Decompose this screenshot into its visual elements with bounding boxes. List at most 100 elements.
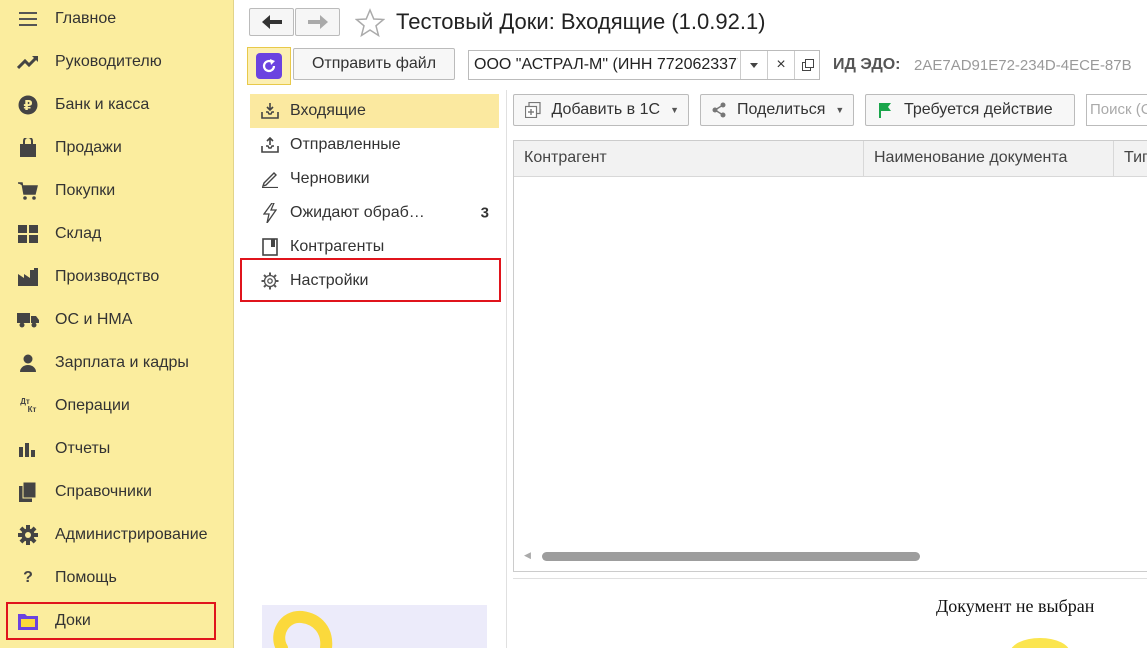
flag-icon bbox=[876, 101, 894, 119]
highlight-frame-settings bbox=[240, 258, 501, 302]
lightning-icon bbox=[260, 203, 280, 223]
share-label: Поделиться bbox=[737, 101, 826, 118]
sidebar-item-label: Производство bbox=[55, 267, 160, 285]
organization-value: ООО "АСТРАЛ-М" (ИНН 7720623377 bbox=[474, 56, 738, 73]
cart-icon bbox=[17, 180, 39, 202]
favorite-star-icon[interactable] bbox=[355, 8, 385, 38]
sidebar-item-references[interactable]: Справочники bbox=[0, 470, 234, 513]
back-button[interactable] bbox=[249, 8, 294, 36]
documents-table[interactable]: Контрагент Наименование документа Тип ◀ bbox=[513, 140, 1147, 572]
highlight-frame-doki bbox=[6, 602, 216, 640]
sidebar-item-label: Главное bbox=[55, 9, 117, 27]
folder-sent[interactable]: Отправленные bbox=[250, 128, 499, 162]
share-icon bbox=[711, 101, 727, 119]
person-icon bbox=[17, 352, 39, 374]
pencil-icon bbox=[260, 169, 280, 189]
kt-glyph: Кт bbox=[27, 404, 37, 414]
dropdown-button[interactable] bbox=[740, 51, 767, 79]
pending-count-badge: 3 bbox=[480, 204, 489, 222]
arrow-right-icon bbox=[307, 15, 328, 29]
folder-drafts[interactable]: Черновики bbox=[250, 162, 499, 196]
promo-illustration bbox=[273, 610, 333, 648]
sidebar-item-label: ОС и НМА bbox=[55, 310, 133, 328]
gear-icon bbox=[17, 524, 39, 546]
folder-label: Ожидают обраб… bbox=[290, 204, 425, 221]
folder-label: Входящие bbox=[290, 102, 366, 119]
trend-icon bbox=[17, 51, 39, 73]
folder-pending[interactable]: Ожидают обраб… 3 bbox=[250, 196, 499, 230]
refresh-button[interactable] bbox=[247, 47, 291, 85]
sidebar-item-label: Склад bbox=[55, 224, 102, 242]
sidebar-item-label: Покупки bbox=[55, 181, 116, 199]
sidebar-item-payroll[interactable]: Зарплата и кадры bbox=[0, 341, 234, 384]
chevron-down-icon bbox=[750, 62, 758, 68]
question-icon: ? bbox=[23, 568, 33, 586]
scrollbar-thumb[interactable] bbox=[542, 552, 920, 561]
main-sidebar: Главное Руководителю ₽ Банк и касса Прод… bbox=[0, 0, 234, 648]
clear-button[interactable]: × bbox=[767, 51, 794, 79]
header: Тестовый Доки: Входящие (1.0.92.1) bbox=[234, 0, 1147, 44]
action-required-button[interactable]: Требуется действие bbox=[865, 94, 1075, 126]
page-title: Тестовый Доки: Входящие (1.0.92.1) bbox=[396, 9, 766, 34]
top-toolbar: Отправить файл ООО "АСТРАЛ-М" (ИНН 77206… bbox=[234, 44, 1147, 85]
sidebar-item-sales[interactable]: Продажи bbox=[0, 126, 234, 169]
folder-label: Черновики bbox=[290, 170, 370, 187]
action-required-label: Требуется действие bbox=[904, 101, 1053, 118]
sidebar-item-label: Операции bbox=[55, 396, 130, 414]
sidebar-item-label: Отчеты bbox=[55, 439, 111, 457]
sidebar-item-label: Продажи bbox=[55, 138, 122, 156]
promo-banner bbox=[262, 605, 487, 648]
bag-icon bbox=[17, 137, 39, 159]
sidebar-item-main[interactable]: Главное bbox=[0, 0, 234, 40]
sidebar-item-label: Зарплата и кадры bbox=[55, 353, 189, 371]
inbox-icon bbox=[260, 101, 280, 121]
ruble-icon: ₽ bbox=[17, 94, 39, 116]
column-header-counterparty[interactable]: Контрагент bbox=[514, 141, 864, 177]
add-to-1c-button[interactable]: Добавить в 1С ▼ bbox=[513, 94, 689, 126]
books-icon bbox=[17, 481, 39, 503]
add-document-icon bbox=[524, 101, 542, 119]
sidebar-item-manager[interactable]: Руководителю bbox=[0, 40, 234, 83]
sidebar-item-label: Помощь bbox=[55, 568, 117, 586]
share-button[interactable]: Поделиться ▼ bbox=[700, 94, 854, 126]
column-header-document-name[interactable]: Наименование документа bbox=[864, 141, 1114, 177]
address-book-icon bbox=[260, 237, 280, 257]
preview-divider bbox=[513, 578, 1147, 579]
sidebar-item-warehouse[interactable]: Склад bbox=[0, 212, 234, 255]
truck-icon bbox=[17, 309, 39, 331]
menu-icon bbox=[17, 8, 39, 30]
send-file-button[interactable]: Отправить файл bbox=[293, 48, 455, 80]
chevron-down-icon: ▼ bbox=[670, 105, 679, 115]
sidebar-item-fixed-assets[interactable]: ОС и НМА bbox=[0, 298, 234, 341]
sidebar-item-administration[interactable]: Администрирование bbox=[0, 513, 234, 556]
organization-select[interactable]: ООО "АСТРАЛ-М" (ИНН 7720623377 × bbox=[468, 50, 820, 80]
chevron-down-icon: ▼ bbox=[835, 105, 845, 115]
no-document-message: Документ не выбран bbox=[936, 596, 1095, 616]
sidebar-item-production[interactable]: Производство bbox=[0, 255, 234, 298]
open-button[interactable] bbox=[794, 51, 820, 79]
sidebar-item-label: Справочники bbox=[55, 482, 152, 500]
sidebar-item-purchases[interactable]: Покупки bbox=[0, 169, 234, 212]
sidebar-item-help[interactable]: ? Помощь bbox=[0, 556, 234, 599]
open-window-icon bbox=[801, 59, 814, 71]
folder-label: Контрагенты bbox=[290, 238, 385, 255]
scroll-left-icon[interactable]: ◀ bbox=[524, 550, 531, 561]
dt-kt-icon: Дт Кт bbox=[17, 395, 39, 417]
column-header-type[interactable]: Тип bbox=[1114, 141, 1147, 177]
sidebar-item-label: Банк и касса bbox=[55, 95, 150, 113]
sidebar-item-label: Администрирование bbox=[55, 525, 208, 543]
preview-illustration bbox=[1010, 638, 1070, 648]
arrow-left-icon bbox=[261, 15, 282, 29]
warehouse-icon bbox=[17, 223, 39, 245]
edo-id-value: 2AE7AD91E72-234D-4ECE-87B bbox=[914, 57, 1132, 74]
forward-button[interactable] bbox=[295, 8, 340, 36]
sidebar-item-bank[interactable]: ₽ Банк и касса bbox=[0, 83, 234, 126]
sidebar-item-reports[interactable]: Отчеты bbox=[0, 427, 234, 470]
refresh-icon bbox=[256, 53, 282, 79]
search-input[interactable]: Поиск (Ctrl+F) bbox=[1086, 94, 1147, 126]
factory-icon bbox=[17, 266, 39, 288]
sidebar-item-operations[interactable]: Дт Кт Операции bbox=[0, 384, 234, 427]
folder-incoming[interactable]: Входящие bbox=[250, 94, 499, 128]
outbox-icon bbox=[260, 135, 280, 155]
horizontal-scrollbar[interactable]: ◀ bbox=[514, 549, 1147, 563]
